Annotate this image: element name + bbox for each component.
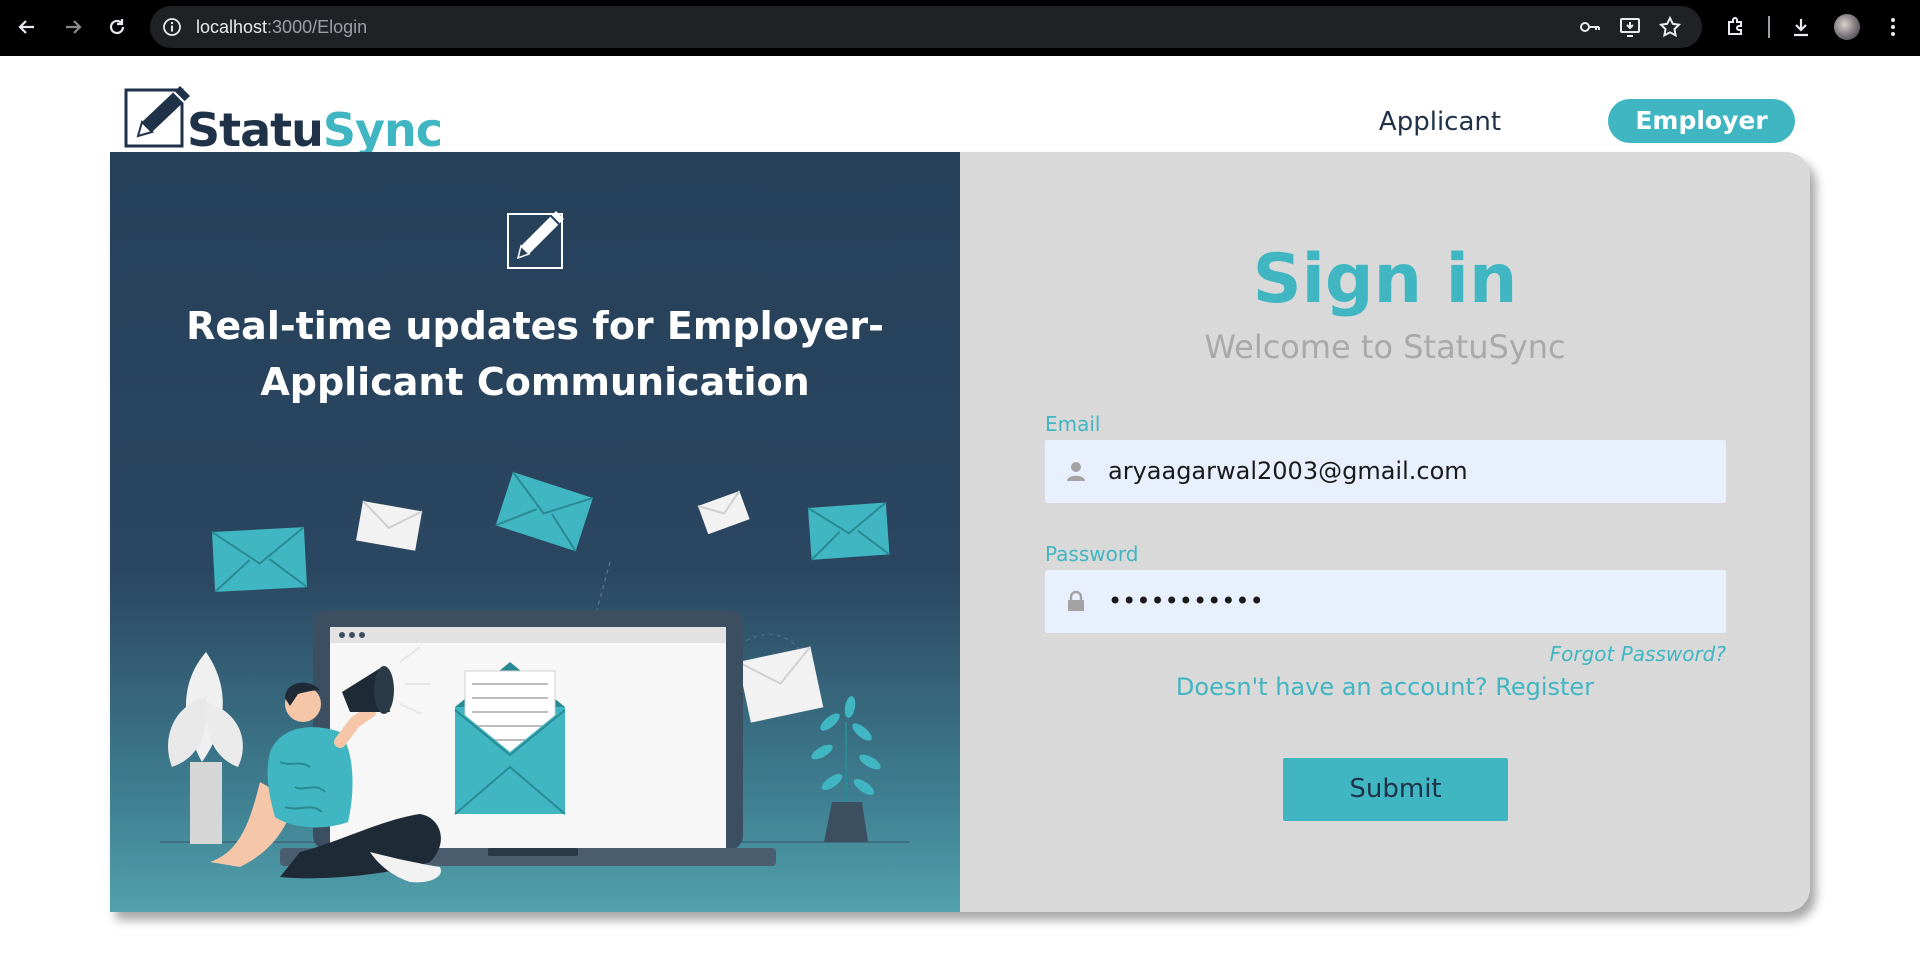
bookmark-star-icon[interactable] — [1658, 15, 1682, 39]
hero-panel: Real-time updates for Employer- Applican… — [110, 152, 960, 912]
back-icon[interactable] — [12, 12, 42, 42]
submit-button[interactable]: Submit — [1283, 758, 1508, 821]
url-text: localhost:3000/Elogin — [196, 17, 368, 37]
signin-title: Sign in — [1252, 240, 1518, 319]
download-icon[interactable] — [1787, 13, 1815, 41]
email-value: aryaagarwal2003@gmail.com — [1108, 457, 1468, 485]
signin-subtitle: Welcome to StatuSync — [1204, 328, 1566, 366]
user-icon — [1065, 460, 1087, 487]
forgot-password-link[interactable]: Forgot Password? — [1520, 642, 1726, 666]
key-icon[interactable] — [1578, 15, 1602, 39]
extensions-icon[interactable] — [1722, 13, 1750, 41]
edit-pen-icon — [498, 202, 568, 277]
password-label: Password — [1045, 542, 1139, 566]
email-field[interactable]: aryaagarwal2003@gmail.com — [1045, 440, 1726, 503]
site-info-icon[interactable] — [162, 17, 182, 42]
address-bar[interactable]: localhost:3000/Elogin — [150, 6, 1702, 48]
password-value: ••••••••••• — [1108, 587, 1264, 615]
signin-panel: Sign in Welcome to StatuSync Email aryaa… — [960, 152, 1810, 912]
hero-tagline: Real-time updates for Employer- Applican… — [186, 304, 884, 404]
menu-kebab-icon[interactable] — [1879, 13, 1907, 41]
profile-avatar[interactable] — [1834, 14, 1860, 40]
forward-icon[interactable] — [58, 12, 88, 42]
mail-illustration — [110, 422, 960, 912]
login-card: Real-time updates for Employer- Applican… — [110, 152, 1810, 912]
nav-applicant[interactable]: Applicant — [1355, 102, 1525, 142]
lock-icon — [1065, 590, 1087, 617]
register-link[interactable]: Doesn't have an account? Register — [960, 673, 1810, 701]
browser-toolbar: localhost:3000/Elogin — [0, 0, 1920, 56]
email-label: Email — [1045, 412, 1101, 436]
reload-icon[interactable] — [102, 12, 132, 42]
brand-name[interactable]: StatuSync — [187, 103, 443, 157]
password-field[interactable]: ••••••••••• — [1045, 570, 1726, 633]
nav-employer[interactable]: Employer — [1608, 99, 1795, 143]
install-app-icon[interactable] — [1618, 15, 1642, 39]
toolbar-separator — [1768, 16, 1770, 38]
